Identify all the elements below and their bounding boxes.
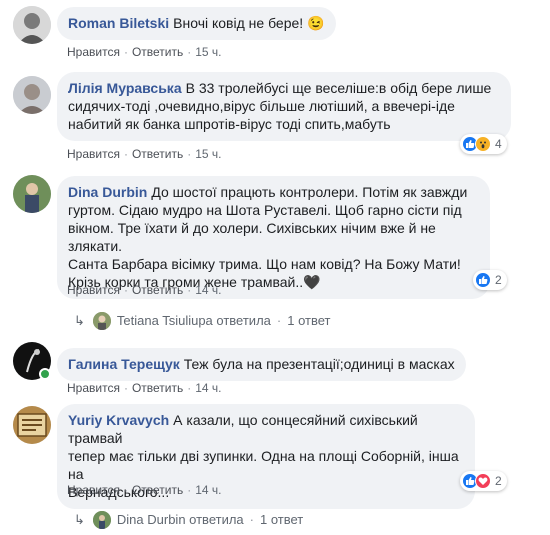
comment-bubble: Лілія Муравська В 33 тролейбусі ще веселі… (57, 72, 511, 141)
avatar[interactable] (13, 6, 51, 44)
timestamp[interactable]: 14 ч. (195, 283, 221, 297)
comment-author[interactable]: Dina Durbin (68, 184, 147, 200)
like-button[interactable]: Нравится (67, 283, 120, 297)
reply-arrow-icon: ↳ (74, 313, 85, 328)
reply-button[interactable]: Ответить (132, 147, 183, 161)
comment-text-line: сидячих-тоді ,очевидно,вірус більше люті… (68, 98, 455, 114)
comment-actions: Нравится · Ответить · 15 ч. (67, 147, 222, 161)
reply-arrow-icon: ↳ (74, 512, 85, 527)
like-button[interactable]: Нравится (67, 45, 120, 59)
reaction-count: 2 (495, 474, 502, 488)
comment-actions: Нравится · Ответить · 14 ч. (67, 381, 222, 395)
timestamp[interactable]: 15 ч. (195, 147, 221, 161)
view-replies-link[interactable]: ↳ Dina Durbin ответила · 1 ответ (74, 511, 303, 529)
comment-actions: Нравится · Ответить · 14 ч. (67, 483, 222, 497)
avatar[interactable] (13, 76, 51, 114)
comment-actions: Нравится · Ответить · 15 ч. (67, 45, 222, 59)
comment-bubble: Dina Durbin До шостої працють контролери.… (57, 176, 490, 299)
reply-author-summary[interactable]: Dina Durbin ответила (117, 511, 244, 529)
reaction-count: 4 (495, 137, 502, 151)
comment-author[interactable]: Лілія Муравська (68, 80, 182, 96)
love-icon (475, 473, 491, 489)
comment-text: Теж була на презентації;одиниці в масках (183, 356, 455, 372)
online-status-icon (39, 368, 51, 380)
comment-text-line: Санта Барбара вісімку трима. Що нам кові… (68, 256, 461, 272)
reply-count[interactable]: 1 ответ (287, 312, 330, 330)
comment-author[interactable]: Yuriy Krvavych (68, 412, 169, 428)
comment-text-line: вікном. Тре їхати й до холери. Сихівськи… (68, 220, 436, 254)
comment-text-line: В 33 тролейбусі ще веселіше:в обід бере … (185, 80, 492, 96)
comment-text-line: гуртом. Сідаю мудро на Шота Руставелі. Щ… (68, 202, 462, 218)
comment-text-line: тепер має тільки дві зупинки. Одна на пл… (68, 448, 459, 482)
reply-button[interactable]: Ответить (132, 381, 183, 395)
reply-avatar (92, 511, 111, 529)
reply-button[interactable]: Ответить (132, 283, 183, 297)
reactions-summary[interactable]: 4 (460, 134, 507, 154)
timestamp[interactable]: 14 ч. (195, 483, 221, 497)
avatar[interactable] (13, 175, 51, 213)
comment-bubble: Roman Biletski Вночі ковід не бере! 😉 (57, 7, 336, 40)
comment-author[interactable]: Галина Терещук (68, 356, 180, 372)
comment-actions: Нравится · Ответить · 14 ч. (67, 283, 222, 297)
avatar[interactable] (13, 406, 51, 444)
like-icon (475, 272, 491, 288)
like-button[interactable]: Нравится (67, 483, 120, 497)
comment-text-line: набитий як банка шпротів-вірус тоді спит… (68, 116, 391, 132)
reply-button[interactable]: Ответить (132, 483, 183, 497)
timestamp[interactable]: 14 ч. (195, 381, 221, 395)
wow-icon (475, 136, 491, 152)
reactions-summary[interactable]: 2 (473, 270, 507, 290)
comment-author[interactable]: Roman Biletski (68, 15, 169, 31)
reply-count[interactable]: 1 ответ (260, 511, 303, 529)
view-replies-link[interactable]: ↳ Tetiana Tsiuliupa ответила · 1 ответ (74, 312, 331, 330)
like-button[interactable]: Нравится (67, 381, 120, 395)
reply-author-summary[interactable]: Tetiana Tsiuliupa ответила (117, 312, 271, 330)
reply-avatar (92, 312, 111, 330)
reaction-count: 2 (495, 273, 502, 287)
reply-button[interactable]: Ответить (132, 45, 183, 59)
like-button[interactable]: Нравится (67, 147, 120, 161)
comment-text: Вночі ковід не бере! 😉 (173, 15, 325, 31)
timestamp[interactable]: 15 ч. (195, 45, 221, 59)
reactions-summary[interactable]: 2 (460, 471, 507, 491)
comment-bubble: Галина Терещук Теж була на презентації;од… (57, 348, 466, 381)
comment-text-line: До шостої працють контролери. Потім як з… (151, 184, 468, 200)
